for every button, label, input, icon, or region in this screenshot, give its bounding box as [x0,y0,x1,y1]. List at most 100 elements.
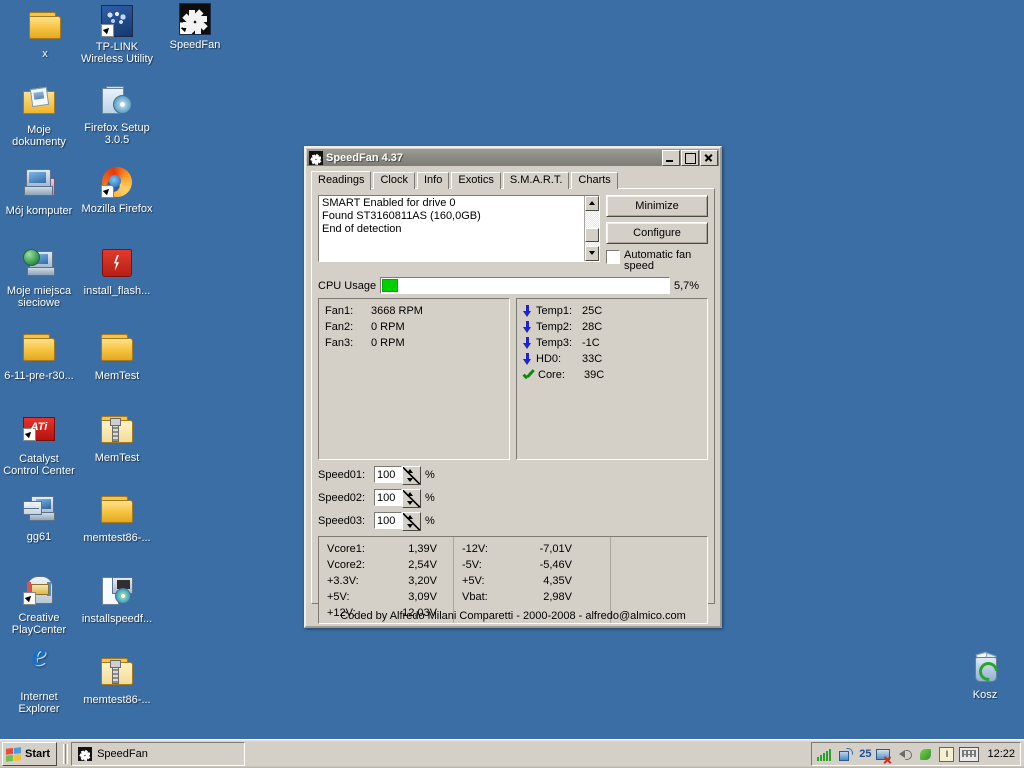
speed02-input[interactable] [374,489,402,506]
log-line: SMART Enabled for drive 0 [322,197,456,209]
desktop-icon-label: 6-11-pre-r30... [4,370,74,382]
tab-label: Info [424,174,443,186]
speed01-spin-buttons[interactable] [402,466,421,485]
speed03-unit: % [425,514,435,527]
desktop-icon-memtest86-zip[interactable]: memtest86-... [78,654,156,706]
speed02-spin-buttons[interactable] [402,489,421,508]
speed03-stepper[interactable] [374,512,421,531]
desktop-icon-memtest86-folder[interactable]: memtest86-... [78,492,156,544]
tab-label: S.M.A.R.T. [509,174,563,186]
taskbar[interactable]: Start SpeedFan 25 I 12:22 [0,739,1024,768]
desktop-icon-label: gg61 [26,531,52,543]
desktop-icon-memtest-folder[interactable]: MemTest [78,330,156,382]
tray-clock[interactable]: 12:22 [984,748,1015,760]
fan-value: 0 RPM [371,321,405,333]
minimize-button[interactable] [662,149,680,166]
desktop-icon-6-11-pre-r30[interactable]: 6-11-pre-r30... [0,330,78,382]
speed01-input[interactable] [374,466,402,483]
voltage-label: +5V: [327,591,350,603]
recycle-bin-icon [969,651,1002,685]
automatic-fan-speed-checkbox[interactable] [606,250,620,264]
start-button[interactable]: Start [2,742,58,766]
tab-smart[interactable]: S.M.A.R.T. [502,172,570,189]
voltage-label: Vcore2: [327,559,365,571]
desktop-icon-installspeedfan[interactable]: installspeedf... [78,574,156,625]
fan-value: 0 RPM [371,337,405,349]
task-button-area[interactable]: SpeedFan [71,742,811,766]
speed03-label: Speed03: [318,514,366,527]
configure-button[interactable]: Configure [606,222,708,244]
scrollbar-track[interactable] [585,211,599,246]
tab-label: Exotics [458,174,494,186]
gadu-gadu-icon [23,495,55,527]
tab-info[interactable]: Info [417,172,450,189]
tab-bar[interactable]: Readings Clock Info Exotics S.M.A.R.T. C… [311,171,715,190]
desktop-icon-speedfan[interactable]: SpeedFan [156,2,234,51]
wireless-network-icon[interactable] [838,747,854,762]
speed01-stepper[interactable] [374,466,421,485]
voltage-value: 3,20V [408,575,437,587]
tab-charts[interactable]: Charts [571,172,618,189]
desktop-icon-catalyst-control-center[interactable]: Catalyst Control Center [0,412,78,477]
signal-bars-icon[interactable] [817,747,833,762]
tab-clock[interactable]: Clock [373,172,415,189]
volume-speaker-icon[interactable] [897,747,913,762]
taskbar-item-label: SpeedFan [97,748,148,760]
folder-icon [29,12,61,44]
green-leaf-icon[interactable] [918,747,934,762]
desktop-icon-internet-explorer[interactable]: Internet Explorer [0,649,78,715]
voltage-value: -7,01V [539,543,572,555]
desktop-icon-moje-dokumenty[interactable]: Moje dokumenty [0,84,78,148]
desktop-icon-tp-link-wireless-utility[interactable]: TP-LINK Wireless Utility [78,4,156,65]
automatic-fan-speed-row[interactable]: Automatic fan speed [606,250,708,272]
speed03-input[interactable] [374,512,402,529]
minimize-app-button[interactable]: Minimize [606,195,708,217]
speed02-stepper[interactable] [374,489,421,508]
desktop-icon-creative-playcenter[interactable]: Creative PlayCenter [0,574,78,636]
keyboard-icon[interactable] [959,746,980,762]
desktop-icon-moj-komputer[interactable]: Mój komputer [0,166,78,217]
auto-fan-line2: speed [624,260,654,272]
scrollbar-thumb[interactable] [585,228,599,242]
temp-name: Temp3: [536,337,573,349]
speed01-row[interactable]: Speed01: % [318,466,708,485]
language-indicator-icon[interactable]: I [939,746,955,762]
install-speedfan-icon [101,577,133,609]
desktop-icon-mozilla-firefox[interactable]: Mozilla Firefox [78,166,156,215]
close-button[interactable] [700,149,718,166]
quick-launch-grip[interactable] [63,744,69,764]
temp-reading-row: Temp3: -1C [523,335,701,351]
maximize-button[interactable] [681,149,699,166]
speed03-row[interactable]: Speed03: % [318,512,708,531]
desktop-icon-label: Kosz [972,689,998,701]
voltage-value: -5,46V [539,559,572,571]
detection-log[interactable]: SMART Enabled for drive 0 Found ST316081… [318,195,600,262]
temp-reading-row: Temp1: 25C [523,303,701,319]
network-disconnected-icon[interactable] [876,747,892,765]
tab-readings[interactable]: Readings [311,171,372,190]
voltage-row: -5V: -5,46V [462,557,602,573]
cpu-usage-percent: 5,7% [674,279,700,292]
desktop-icon-gg61[interactable]: gg61 [0,492,78,543]
system-tray[interactable]: 25 I 12:22 [811,742,1021,766]
desktop-icon-memtest-zip[interactable]: MemTest [78,412,156,464]
log-scrollbar[interactable] [584,196,599,261]
signal-value: 25 [859,748,872,760]
taskbar-item-speedfan[interactable]: SpeedFan [71,742,246,766]
voltage-value: 2,98V [543,591,572,603]
desktop-icon-moje-miejsca-sieciowe[interactable]: Moje miejsca sieciowe [0,246,78,309]
desktop-icon-firefox-setup[interactable]: Firefox Setup 3.0.5 [78,84,156,146]
desktop-icon-x[interactable]: x [6,8,84,60]
voltage-row: +3.3V: 3,20V [327,573,445,589]
speedfan-window[interactable]: SpeedFan 4.37 Readings Clock Info Exotic… [304,146,722,628]
speed03-spin-buttons[interactable] [402,512,421,531]
window-title-bar[interactable]: SpeedFan 4.37 [307,149,719,166]
scroll-up-button[interactable] [585,196,599,211]
tab-exotics[interactable]: Exotics [451,172,501,189]
desktop-icon-install-flash[interactable]: install_flash... [78,246,156,297]
speed01-unit: % [425,468,435,481]
zip-folder-icon [101,416,133,448]
scroll-down-button[interactable] [585,246,599,261]
desktop-icon-recycle-bin[interactable]: Kosz [946,651,1024,701]
speed02-row[interactable]: Speed02: % [318,489,708,508]
